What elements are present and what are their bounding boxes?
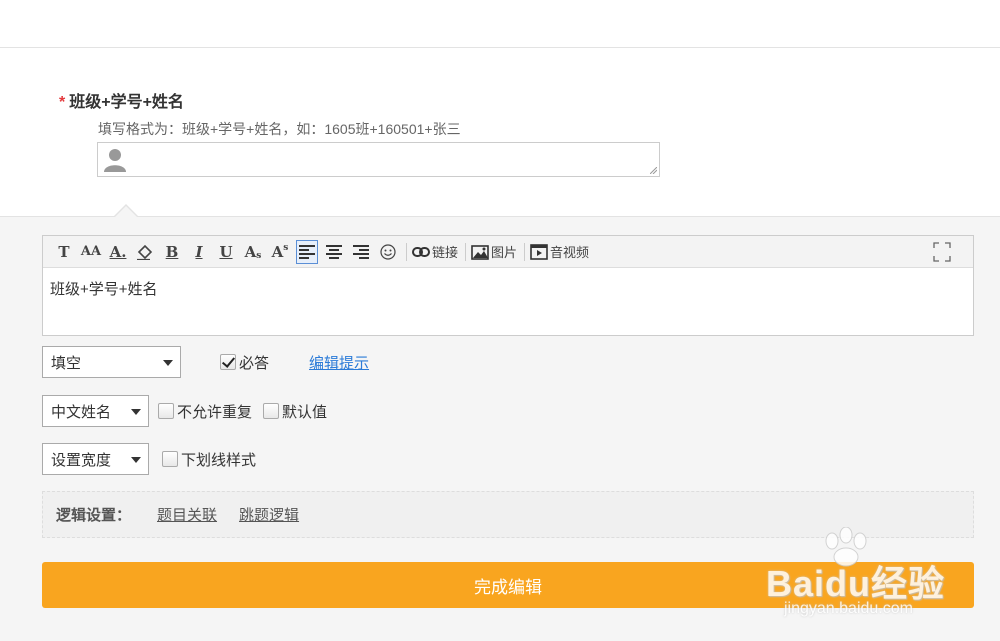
watermark-url: jingyan.baidu.com (784, 600, 913, 617)
image-button[interactable]: 图片 (471, 240, 517, 264)
chevron-down-icon (131, 457, 141, 463)
baidu-watermark: Baidu经验 jingyan.baidu.com (758, 527, 948, 617)
default-value-label: 默认值 (282, 403, 328, 421)
required-checkbox[interactable]: 必答 (220, 352, 269, 373)
validation-row: 中文姓名 不允许重复 默认值 (42, 395, 327, 427)
question-preview: * 班级+学号+姓名 填写格式为：班级+学号+姓名，如：1605班+160501+… (0, 48, 1000, 216)
editor-content[interactable]: 班级+学号+姓名 (43, 268, 973, 309)
width-row: 设置宽度 下划线样式 (42, 443, 256, 475)
video-button[interactable]: 音视频 (530, 240, 589, 264)
rich-text-editor: T AA A. B I U As As 链接 图片 音视频 班级+学号+姓名 (42, 235, 974, 336)
subscript-button[interactable]: As (242, 240, 264, 264)
validation-select[interactable]: 中文姓名 (42, 395, 149, 427)
validation-value: 中文姓名 (51, 403, 112, 421)
editor-toolbar: T AA A. B I U As As 链接 图片 音视频 (43, 236, 973, 268)
question-title: * 班级+学号+姓名 (59, 88, 184, 112)
align-right-icon (353, 244, 369, 259)
toolbar-separator (465, 242, 467, 261)
question-type-value: 填空 (51, 354, 82, 372)
jump-logic-link[interactable]: 跳题逻辑 (239, 504, 299, 525)
superscript-button[interactable]: As (269, 240, 291, 264)
question-editor-panel: T AA A. B I U As As 链接 图片 音视频 班级+学号+姓名 填… (0, 216, 1000, 641)
top-panel (0, 0, 1000, 48)
required-checkbox-box[interactable] (220, 354, 236, 370)
type-row: 填空 必答 编辑提示 (42, 346, 369, 378)
link-icon (412, 246, 430, 257)
link-label: 链接 (432, 245, 459, 260)
video-label: 音视频 (550, 245, 590, 260)
width-value: 设置宽度 (51, 451, 112, 469)
chevron-down-icon (131, 409, 141, 415)
align-center-icon (326, 244, 342, 259)
question-hint: 填写格式为：班级+学号+姓名，如：1605班+160501+张三 (98, 121, 461, 137)
image-icon (471, 244, 489, 260)
required-label: 必答 (239, 354, 270, 372)
link-button[interactable]: 链接 (412, 240, 458, 264)
question-title-text: 班级+学号+姓名 (69, 94, 184, 111)
underline-style-label: 下划线样式 (181, 451, 257, 469)
align-left-button[interactable] (296, 239, 318, 264)
font-color-button[interactable]: A. (107, 240, 129, 264)
video-icon (530, 243, 548, 260)
no-repeat-checkbox-box[interactable] (158, 403, 174, 419)
answer-input[interactable] (97, 142, 660, 177)
bold-button[interactable]: B (161, 240, 183, 264)
toolbar-separator (406, 242, 407, 261)
edit-hint-link[interactable]: 编辑提示 (309, 352, 369, 373)
align-right-button[interactable] (350, 240, 372, 264)
user-icon (104, 149, 126, 172)
underline-button[interactable]: U (215, 240, 237, 264)
question-type-select[interactable]: 填空 (42, 346, 181, 378)
fullscreen-icon[interactable] (933, 242, 951, 262)
underline-style-checkbox[interactable]: 下划线样式 (162, 449, 256, 470)
no-repeat-label: 不允许重复 (177, 403, 253, 421)
resize-handle-icon[interactable] (650, 167, 657, 174)
question-relation-link[interactable]: 题目关联 (157, 504, 217, 525)
no-repeat-checkbox[interactable]: 不允许重复 (158, 401, 252, 422)
editor-pointer-inner (115, 206, 137, 217)
smiley-icon (380, 243, 396, 260)
paint-bucket-icon (137, 244, 153, 260)
font-style-button[interactable]: T (53, 240, 75, 264)
required-mark: * (59, 94, 66, 111)
underline-style-checkbox-box[interactable] (162, 451, 178, 467)
italic-button[interactable]: I (188, 240, 210, 264)
align-left-icon (299, 244, 315, 259)
chevron-down-icon (163, 360, 173, 366)
default-value-checkbox-box[interactable] (263, 403, 280, 419)
image-label: 图片 (491, 245, 518, 260)
emoji-button[interactable] (377, 240, 399, 264)
font-size-button[interactable]: AA (80, 240, 102, 264)
background-color-button[interactable] (134, 240, 156, 264)
align-center-button[interactable] (323, 240, 345, 264)
toolbar-separator (524, 242, 526, 261)
width-select[interactable]: 设置宽度 (42, 443, 149, 475)
logic-settings-label: 逻辑设置： (56, 507, 132, 524)
default-value-checkbox[interactable]: 默认值 (263, 401, 327, 422)
